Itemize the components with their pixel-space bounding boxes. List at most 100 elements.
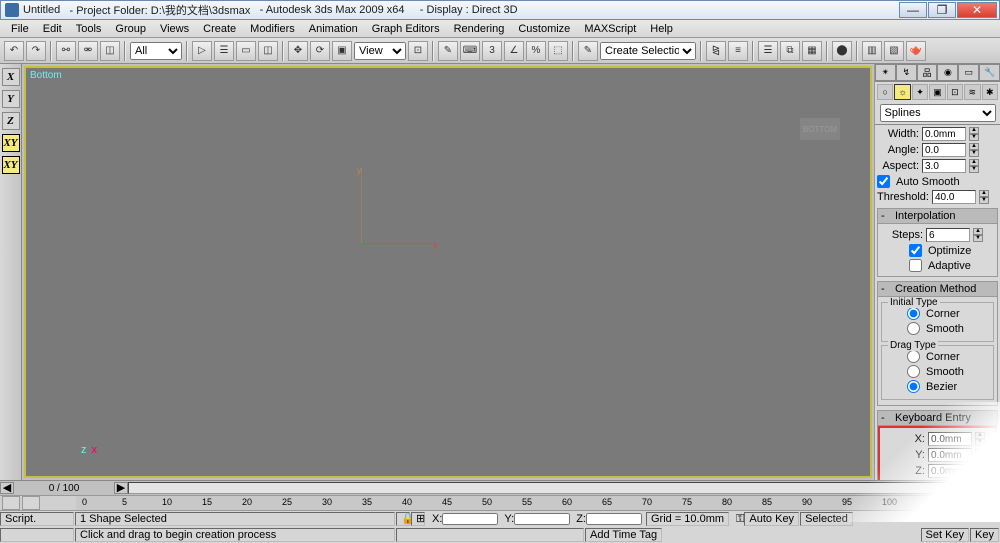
move-button[interactable]: ✥	[288, 41, 308, 61]
timeline-slider[interactable]	[128, 482, 1000, 494]
initial-smooth-radio[interactable]	[907, 322, 920, 335]
named-selection-dropdown[interactable]: Create Selection Set	[600, 42, 696, 60]
menu-modifiers[interactable]: Modifiers	[243, 22, 302, 36]
snap-toggle[interactable]: 3	[482, 41, 502, 61]
viewport-bottom[interactable]: Bottom BOTTOM y x z x	[24, 66, 872, 478]
render-setup-button[interactable]: ▥	[862, 41, 882, 61]
schematic-button[interactable]: ▦	[802, 41, 822, 61]
curve-editor-button[interactable]: ⧉	[780, 41, 800, 61]
close-button[interactable]: ✕	[957, 2, 997, 18]
align-button[interactable]: ≡	[728, 41, 748, 61]
menu-rendering[interactable]: Rendering	[447, 22, 512, 36]
render-button[interactable]: 🫖	[906, 41, 926, 61]
coord-z[interactable]	[586, 513, 642, 525]
menu-animation[interactable]: Animation	[302, 22, 365, 36]
aspect-field[interactable]	[922, 159, 966, 173]
rendered-frame-button[interactable]: ▧	[884, 41, 904, 61]
aspect-spinner[interactable]: ▲▼	[969, 159, 979, 173]
angle-snap-button[interactable]: ∠	[504, 41, 524, 61]
setkey-button[interactable]: Set Key	[921, 528, 970, 542]
tab-hierarchy[interactable]: 品	[917, 64, 938, 81]
track-tool1[interactable]	[2, 496, 20, 510]
select-button[interactable]: ▷	[192, 41, 212, 61]
rotate-button[interactable]: ⟳	[310, 41, 330, 61]
ref-coord-dropdown[interactable]: View	[354, 42, 406, 60]
adaptive-checkbox[interactable]	[909, 259, 922, 272]
tab-create[interactable]: ✴	[875, 64, 896, 81]
steps-spinner[interactable]: ▲▼	[973, 228, 983, 242]
menu-file[interactable]: File	[4, 22, 36, 36]
kb-x-spinner[interactable]: ▲▼	[975, 432, 985, 446]
drag-corner-radio[interactable]	[907, 350, 920, 363]
undo-button[interactable]: ↶	[4, 41, 24, 61]
coord-y[interactable]	[514, 513, 570, 525]
keymode-selected[interactable]: Selected	[800, 512, 853, 526]
threshold-spinner[interactable]: ▲▼	[979, 190, 989, 204]
tab-utilities[interactable]: 🔧	[979, 64, 1000, 81]
rollout-interpolation[interactable]: -Interpolation	[878, 209, 997, 224]
menu-views[interactable]: Views	[153, 22, 196, 36]
maximize-button[interactable]: ❐	[928, 2, 956, 18]
menu-customize[interactable]: Customize	[511, 22, 577, 36]
percent-snap-button[interactable]: %	[526, 41, 546, 61]
time-ruler[interactable]: 0510152025303540455055606570758085909510…	[76, 496, 1000, 510]
drag-bezier-radio[interactable]	[907, 380, 920, 393]
track-tool2[interactable]	[22, 496, 40, 510]
kb-y-field[interactable]	[928, 448, 972, 462]
named-sel-edit-button[interactable]: ✎	[578, 41, 598, 61]
menu-help[interactable]: Help	[643, 22, 680, 36]
bind-button[interactable]: ◫	[100, 41, 120, 61]
coord-x[interactable]	[442, 513, 498, 525]
axis-xy-button[interactable]: XY	[2, 134, 20, 152]
cat-geometry[interactable]: ○	[877, 84, 893, 100]
tab-modify[interactable]: ↯	[896, 64, 917, 81]
axis-y-button[interactable]: Y	[2, 90, 20, 108]
optimize-checkbox[interactable]	[909, 244, 922, 257]
steps-field[interactable]	[926, 228, 970, 242]
subcategory-dropdown[interactable]: Splines	[880, 104, 996, 122]
tab-display[interactable]: ▭	[958, 64, 979, 81]
menu-create[interactable]: Create	[196, 22, 243, 36]
threshold-field[interactable]	[932, 190, 976, 204]
layers-button[interactable]: ☰	[758, 41, 778, 61]
drag-smooth-radio[interactable]	[907, 365, 920, 378]
cat-spacewarps[interactable]: ≋	[964, 84, 980, 100]
scale-button[interactable]: ▣	[332, 41, 352, 61]
lock-button[interactable]: 🔒	[396, 512, 410, 526]
pivot-button[interactable]: ⊡	[408, 41, 428, 61]
cat-helpers[interactable]: ⊡	[947, 84, 963, 100]
width-spinner[interactable]: ▲▼	[969, 127, 979, 141]
axis-z-button[interactable]: Z	[2, 112, 20, 130]
redo-button[interactable]: ↷	[26, 41, 46, 61]
select-name-button[interactable]: ☰	[214, 41, 234, 61]
spinner-snap-button[interactable]: ⬚	[548, 41, 568, 61]
angle-spinner[interactable]: ▲▼	[969, 143, 979, 157]
keyboard-button[interactable]: ⌨	[460, 41, 480, 61]
width-field[interactable]	[922, 127, 966, 141]
menu-group[interactable]: Group	[108, 22, 153, 36]
region-rect-button[interactable]: ▭	[236, 41, 256, 61]
selection-filter[interactable]: All	[130, 42, 182, 60]
window-crossing-button[interactable]: ◫	[258, 41, 278, 61]
cat-lights[interactable]: ✦	[912, 84, 928, 100]
link-button[interactable]: ⚯	[56, 41, 76, 61]
minimize-button[interactable]: —	[899, 2, 927, 18]
kb-z-spinner[interactable]: ▲▼	[975, 464, 985, 478]
script-listener[interactable]: Script.	[0, 512, 74, 526]
manipulate-button[interactable]: ✎	[438, 41, 458, 61]
axis-xy2-button[interactable]: XY	[2, 156, 20, 174]
timeline-scroll-right[interactable]: ▶	[114, 482, 128, 494]
kb-z-field[interactable]	[928, 464, 972, 478]
tab-motion[interactable]: ◉	[937, 64, 958, 81]
menu-maxscript[interactable]: MAXScript	[577, 22, 643, 36]
cat-shapes[interactable]: ☼	[894, 84, 910, 100]
angle-field[interactable]	[922, 143, 966, 157]
menu-tools[interactable]: Tools	[69, 22, 109, 36]
material-editor-button[interactable]: ⬤	[832, 41, 852, 61]
kb-x-field[interactable]	[928, 432, 972, 446]
cat-systems[interactable]: ✱	[982, 84, 998, 100]
kb-y-spinner[interactable]: ▲▼	[975, 448, 985, 462]
rollout-keyboard-entry[interactable]: -Keyboard Entry	[878, 411, 997, 426]
mirror-button[interactable]: ⧎	[706, 41, 726, 61]
autosmooth-checkbox[interactable]	[877, 175, 890, 188]
